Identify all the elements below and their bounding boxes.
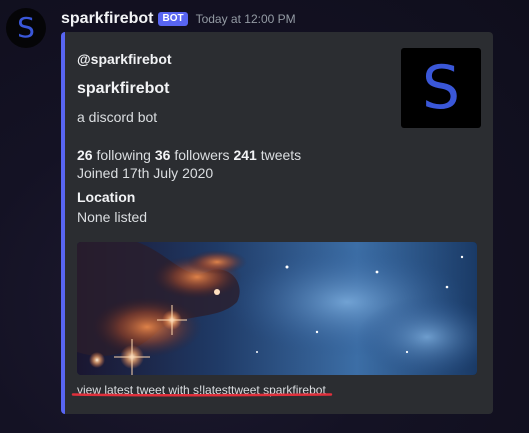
- thumbnail-letter: S: [421, 53, 461, 123]
- embed-title: sparkfirebot: [77, 80, 170, 97]
- message-timestamp[interactable]: Today at 12:00 PM: [196, 12, 296, 26]
- space-nebula-image[interactable]: [77, 242, 477, 375]
- message-header: sparkfirebot BOT Today at 12:00 PM: [61, 9, 296, 29]
- red-underline-annotation: [71, 393, 333, 397]
- followers-count: 36: [154, 147, 171, 163]
- bot-tag-badge: BOT: [158, 12, 188, 26]
- tweets-count: 241: [233, 147, 257, 163]
- followers-label: followers: [174, 147, 230, 163]
- embed-description: a discord bot: [77, 109, 158, 125]
- username[interactable]: sparkfirebot: [61, 10, 153, 28]
- stats-line: 26 following 36 followers 241 tweets: [77, 146, 301, 164]
- nebula-artwork: [77, 242, 477, 375]
- tweets-label: tweets: [260, 147, 302, 163]
- profile-embed: @sparkfirebot sparkfirebot a discord bot…: [61, 32, 493, 414]
- bot-avatar[interactable]: S: [6, 8, 46, 48]
- joined-date: Joined 17th July 2020: [77, 165, 214, 181]
- embed-author: @sparkfirebot: [77, 51, 172, 67]
- field-value-location: None listed: [77, 209, 148, 225]
- embed-thumbnail[interactable]: S: [401, 48, 481, 128]
- avatar-letter: S: [17, 11, 35, 44]
- field-name-location: Location: [77, 189, 136, 205]
- following-count: 26: [77, 147, 93, 163]
- following-label: following: [96, 147, 151, 163]
- profile-stats: 26 following 36 followers 241 tweets Joi…: [77, 146, 301, 182]
